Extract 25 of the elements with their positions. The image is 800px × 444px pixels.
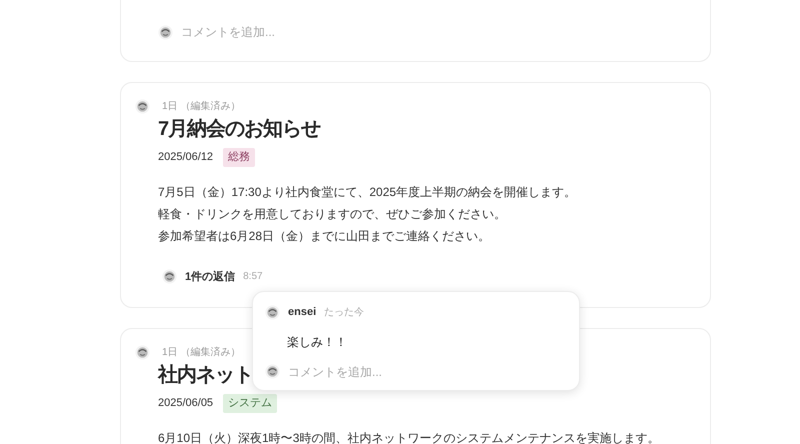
post-title: 7月納会のお知らせ bbox=[158, 117, 320, 142]
avatar-icon bbox=[265, 304, 280, 320]
post-meta: 1日 （編集済み） bbox=[162, 346, 240, 360]
reply-author: ensei bbox=[288, 305, 316, 320]
post-title: 社内ネット bbox=[158, 363, 253, 388]
category-tag: 総務 bbox=[223, 148, 256, 166]
avatar-icon bbox=[135, 99, 150, 114]
comment-field[interactable]: コメントを追加... bbox=[288, 362, 488, 380]
post-text: 軽食・ドリンクを用意しておりますので、ぜひご参加ください。 bbox=[158, 206, 507, 222]
category-tag: システム bbox=[223, 394, 278, 412]
reply-time: たった今 bbox=[324, 306, 364, 320]
post-text: 6月10日（火）深夜1時〜3時の間、社内ネットワークのシステムメンテナンスを実施します。 bbox=[158, 430, 660, 444]
avatar-icon bbox=[265, 364, 280, 379]
avatar-icon bbox=[158, 24, 173, 40]
comment-field[interactable]: コメントを追加... bbox=[181, 23, 381, 41]
post-meta: 1日 （編集済み） bbox=[162, 100, 240, 114]
avatar-icon bbox=[162, 269, 177, 284]
avatar-icon bbox=[135, 345, 150, 360]
post-text: 参加希望者は6月28日（金）までに山田までご連絡ください。 bbox=[158, 228, 492, 244]
reply-time: 8:57 bbox=[243, 270, 263, 284]
post-date: 2025/06/05 bbox=[158, 396, 214, 411]
replies-link[interactable]: 1件の返信 bbox=[185, 268, 236, 285]
post-date: 2025/06/12 bbox=[158, 150, 214, 165]
post-text: 7月5日（金）17:30より社内食堂にて、2025年度上半期の納会を開催します。 bbox=[158, 184, 578, 200]
reply-message: 楽しみ！！ bbox=[286, 334, 348, 350]
